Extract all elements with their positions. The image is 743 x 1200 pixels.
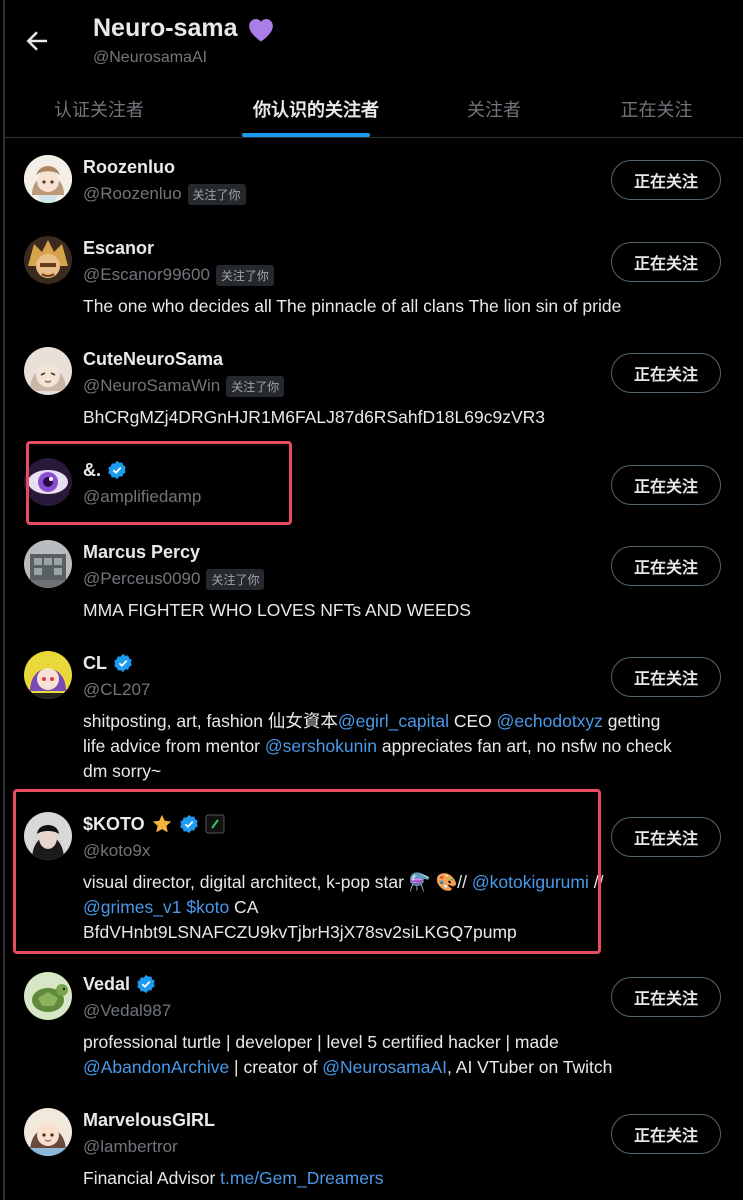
user-handle[interactable]: @CL207 — [83, 680, 150, 700]
user-handle[interactable]: @Escanor99600 — [83, 265, 210, 285]
avatar[interactable] — [24, 236, 72, 284]
turtle-avatar-icon — [24, 972, 72, 1020]
following-button[interactable]: 正在关注 — [611, 546, 721, 586]
mention-link[interactable]: @sershokunin — [265, 736, 377, 756]
user-name[interactable]: Marcus Percy — [83, 542, 200, 563]
user-name[interactable]: Roozenluo — [83, 157, 175, 178]
following-button[interactable]: 正在关注 — [611, 657, 721, 697]
user-bio: BhCRgMZj4DRGnHJR1M6FALJ87d6RSahfD18L69c9… — [83, 407, 546, 427]
follows-you-badge: 关注了你 — [187, 183, 246, 205]
active-tab-indicator — [242, 133, 370, 137]
user-name[interactable]: Vedal — [83, 974, 130, 995]
following-button[interactable]: 正在关注 — [611, 1114, 721, 1154]
purple-heart-icon — [248, 18, 273, 41]
highlight-box — [26, 441, 292, 525]
verified-badge-icon — [137, 974, 155, 994]
avatar[interactable] — [24, 347, 72, 395]
avatar[interactable] — [24, 972, 72, 1020]
avatar[interactable] — [24, 155, 72, 203]
following-button[interactable]: 正在关注 — [611, 817, 721, 857]
following-button[interactable]: 正在关注 — [611, 160, 721, 200]
user-handle[interactable]: @Perceus0090 — [83, 569, 200, 589]
following-button[interactable]: 正在关注 — [611, 977, 721, 1017]
avatar[interactable] — [24, 1108, 72, 1156]
avatar[interactable] — [24, 540, 72, 588]
left-border — [3, 0, 5, 1200]
user-handle[interactable]: @lambertror — [83, 1137, 178, 1157]
profile-handle: @NeurosamaAI — [93, 49, 208, 66]
back-arrow-icon[interactable] — [22, 26, 52, 56]
user-name[interactable]: CL — [83, 653, 107, 674]
user-name[interactable]: MarvelousGIRL — [83, 1110, 215, 1131]
girl-cartoon-avatar-icon — [24, 1108, 72, 1156]
mention-link[interactable]: @echodotxyz — [497, 711, 603, 731]
anime-purple-hair-avatar-icon — [24, 651, 72, 699]
tab-verified-followers[interactable]: 认证关注者 — [24, 80, 174, 138]
user-name[interactable]: CuteNeuroSama — [83, 349, 223, 370]
user-handle[interactable]: @NeuroSamaWin — [83, 376, 220, 396]
following-button[interactable]: 正在关注 — [611, 465, 721, 505]
following-button[interactable]: 正在关注 — [611, 353, 721, 393]
mention-link[interactable]: @egirl_capital — [338, 711, 449, 731]
verified-badge-icon — [114, 653, 132, 673]
follows-you-badge: 关注了你 — [206, 568, 265, 590]
tab-followers-you-know[interactable]: 你认识的关注者 — [226, 80, 406, 138]
user-bio: shitposting, art, fashion 仙女資本@egirl_cap… — [83, 711, 672, 781]
chibi-avatar-icon — [24, 347, 72, 395]
building-avatar-icon — [24, 540, 72, 588]
mention-link[interactable]: @AbandonArchive — [83, 1057, 229, 1077]
lion-avatar-icon — [24, 236, 72, 284]
highlight-box — [13, 789, 601, 954]
follows-you-badge: 关注了你 — [226, 375, 285, 397]
user-handle[interactable]: @Vedal987 — [83, 1001, 171, 1021]
user-bio: professional turtle | developer | level … — [83, 1032, 613, 1077]
profile-header: Neuro-sama @NeurosamaAI — [0, 0, 743, 80]
user-bio: The one who decides all The pinnacle of … — [83, 296, 622, 316]
anime-girl-avatar-icon — [24, 155, 72, 203]
follows-you-badge: 关注了你 — [215, 264, 274, 286]
user-bio: Financial Advisor t.me/Gem_Dreamers — [83, 1168, 384, 1188]
user-name[interactable]: Escanor — [83, 238, 154, 259]
following-button[interactable]: 正在关注 — [611, 242, 721, 282]
tab-followers[interactable]: 关注者 — [434, 80, 554, 138]
external-link[interactable]: t.me/Gem_Dreamers — [220, 1168, 383, 1188]
tab-following[interactable]: 正在关注 — [594, 80, 719, 138]
user-bio: MMA FIGHTER WHO LOVES NFTs AND WEEDS — [83, 600, 471, 620]
profile-name: Neuro-sama — [93, 14, 238, 42]
page-title: Neuro-sama — [93, 14, 276, 43]
follower-tabs: 认证关注者 你认识的关注者 关注者 正在关注 — [4, 80, 743, 138]
user-handle[interactable]: @Roozenluo — [83, 184, 182, 204]
avatar[interactable] — [24, 651, 72, 699]
mention-link[interactable]: @NeurosamaAI — [322, 1057, 447, 1077]
